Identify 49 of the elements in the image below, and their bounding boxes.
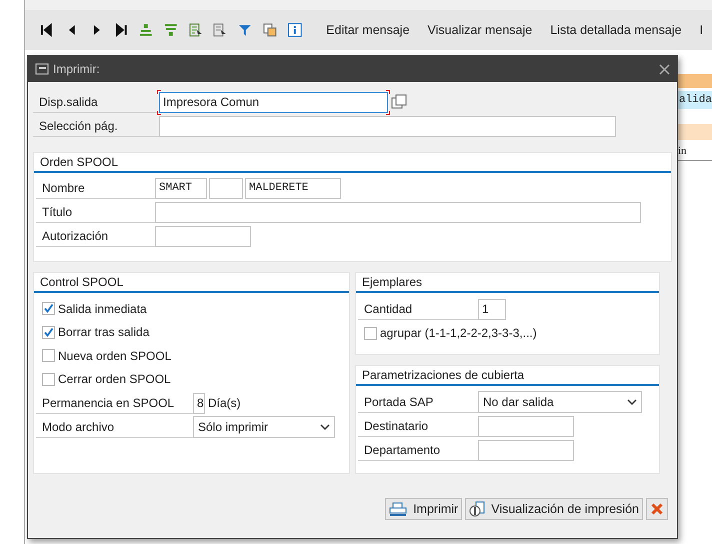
input-field[interactable]: SMART (155, 178, 207, 198)
checkbox-label: Nueva orden SPOOL (58, 348, 172, 365)
chevron-icon (627, 399, 637, 405)
first-page-icon[interactable] (39, 22, 55, 38)
printer-icon (389, 502, 408, 516)
value-help-icon[interactable] (391, 94, 407, 110)
checkbox[interactable] (42, 372, 55, 386)
checkbox-label: agrupar (1-1-1,2-2-2,3-3-3,...) (380, 325, 537, 342)
toolbar-button[interactable]: Editar mensaje (326, 20, 410, 40)
filter-icon[interactable] (237, 22, 253, 38)
sort-descending-icon[interactable] (162, 22, 178, 38)
group-title: Control SPOOL (40, 274, 124, 291)
table-header-row (678, 74, 712, 88)
checkbox-label: Cerrar orden SPOOL (58, 371, 171, 388)
toolbar-button[interactable]: Visualizar mensaje (428, 20, 532, 40)
window-icon (35, 63, 49, 75)
dropdown[interactable]: No dar salida (478, 391, 642, 413)
chevron-icon (320, 424, 330, 430)
unit-label: Día(s) (208, 395, 241, 412)
input-field[interactable]: MALDERETE (245, 178, 341, 198)
print-preview-button[interactable]: Visualización de impresión (465, 498, 643, 520)
input-field[interactable]: 1 (478, 298, 506, 320)
checkbox[interactable] (42, 326, 55, 339)
dropdown[interactable]: Sólo imprimir (193, 416, 335, 438)
preview-icon (469, 501, 486, 517)
group-title: Parametrizaciones de cubierta (362, 367, 524, 384)
input-field[interactable]: 8 (193, 392, 205, 414)
info-icon[interactable] (286, 22, 302, 38)
checkbox-label: Salida inmediata (58, 300, 147, 318)
window-title: Imprimir: (53, 61, 100, 78)
print-button[interactable]: Imprimir (385, 498, 462, 520)
checkbox[interactable] (364, 326, 377, 340)
checkbox-label: Borrar tras salida (58, 324, 150, 342)
document-pointer-icon[interactable] (188, 22, 204, 38)
close-icon (651, 503, 663, 515)
last-page-icon[interactable] (113, 22, 129, 38)
table-row (678, 124, 712, 140)
input-field[interactable]: Impresora Comun (159, 92, 388, 112)
group-title: Ejemplares (362, 274, 422, 291)
cancel-button[interactable] (646, 498, 668, 520)
checkbox[interactable] (42, 302, 55, 316)
close-icon[interactable] (659, 64, 670, 74)
toolbar-button[interactable]: Lista detallada mensaje (550, 20, 682, 40)
document-pointer-icon[interactable] (212, 22, 228, 38)
checkbox[interactable] (42, 349, 55, 362)
copy-icon[interactable] (262, 22, 278, 38)
sort-ascending-icon[interactable] (138, 22, 154, 38)
toolbar-button[interactable]: I (700, 20, 704, 40)
group-title: Orden SPOOL (40, 154, 118, 171)
